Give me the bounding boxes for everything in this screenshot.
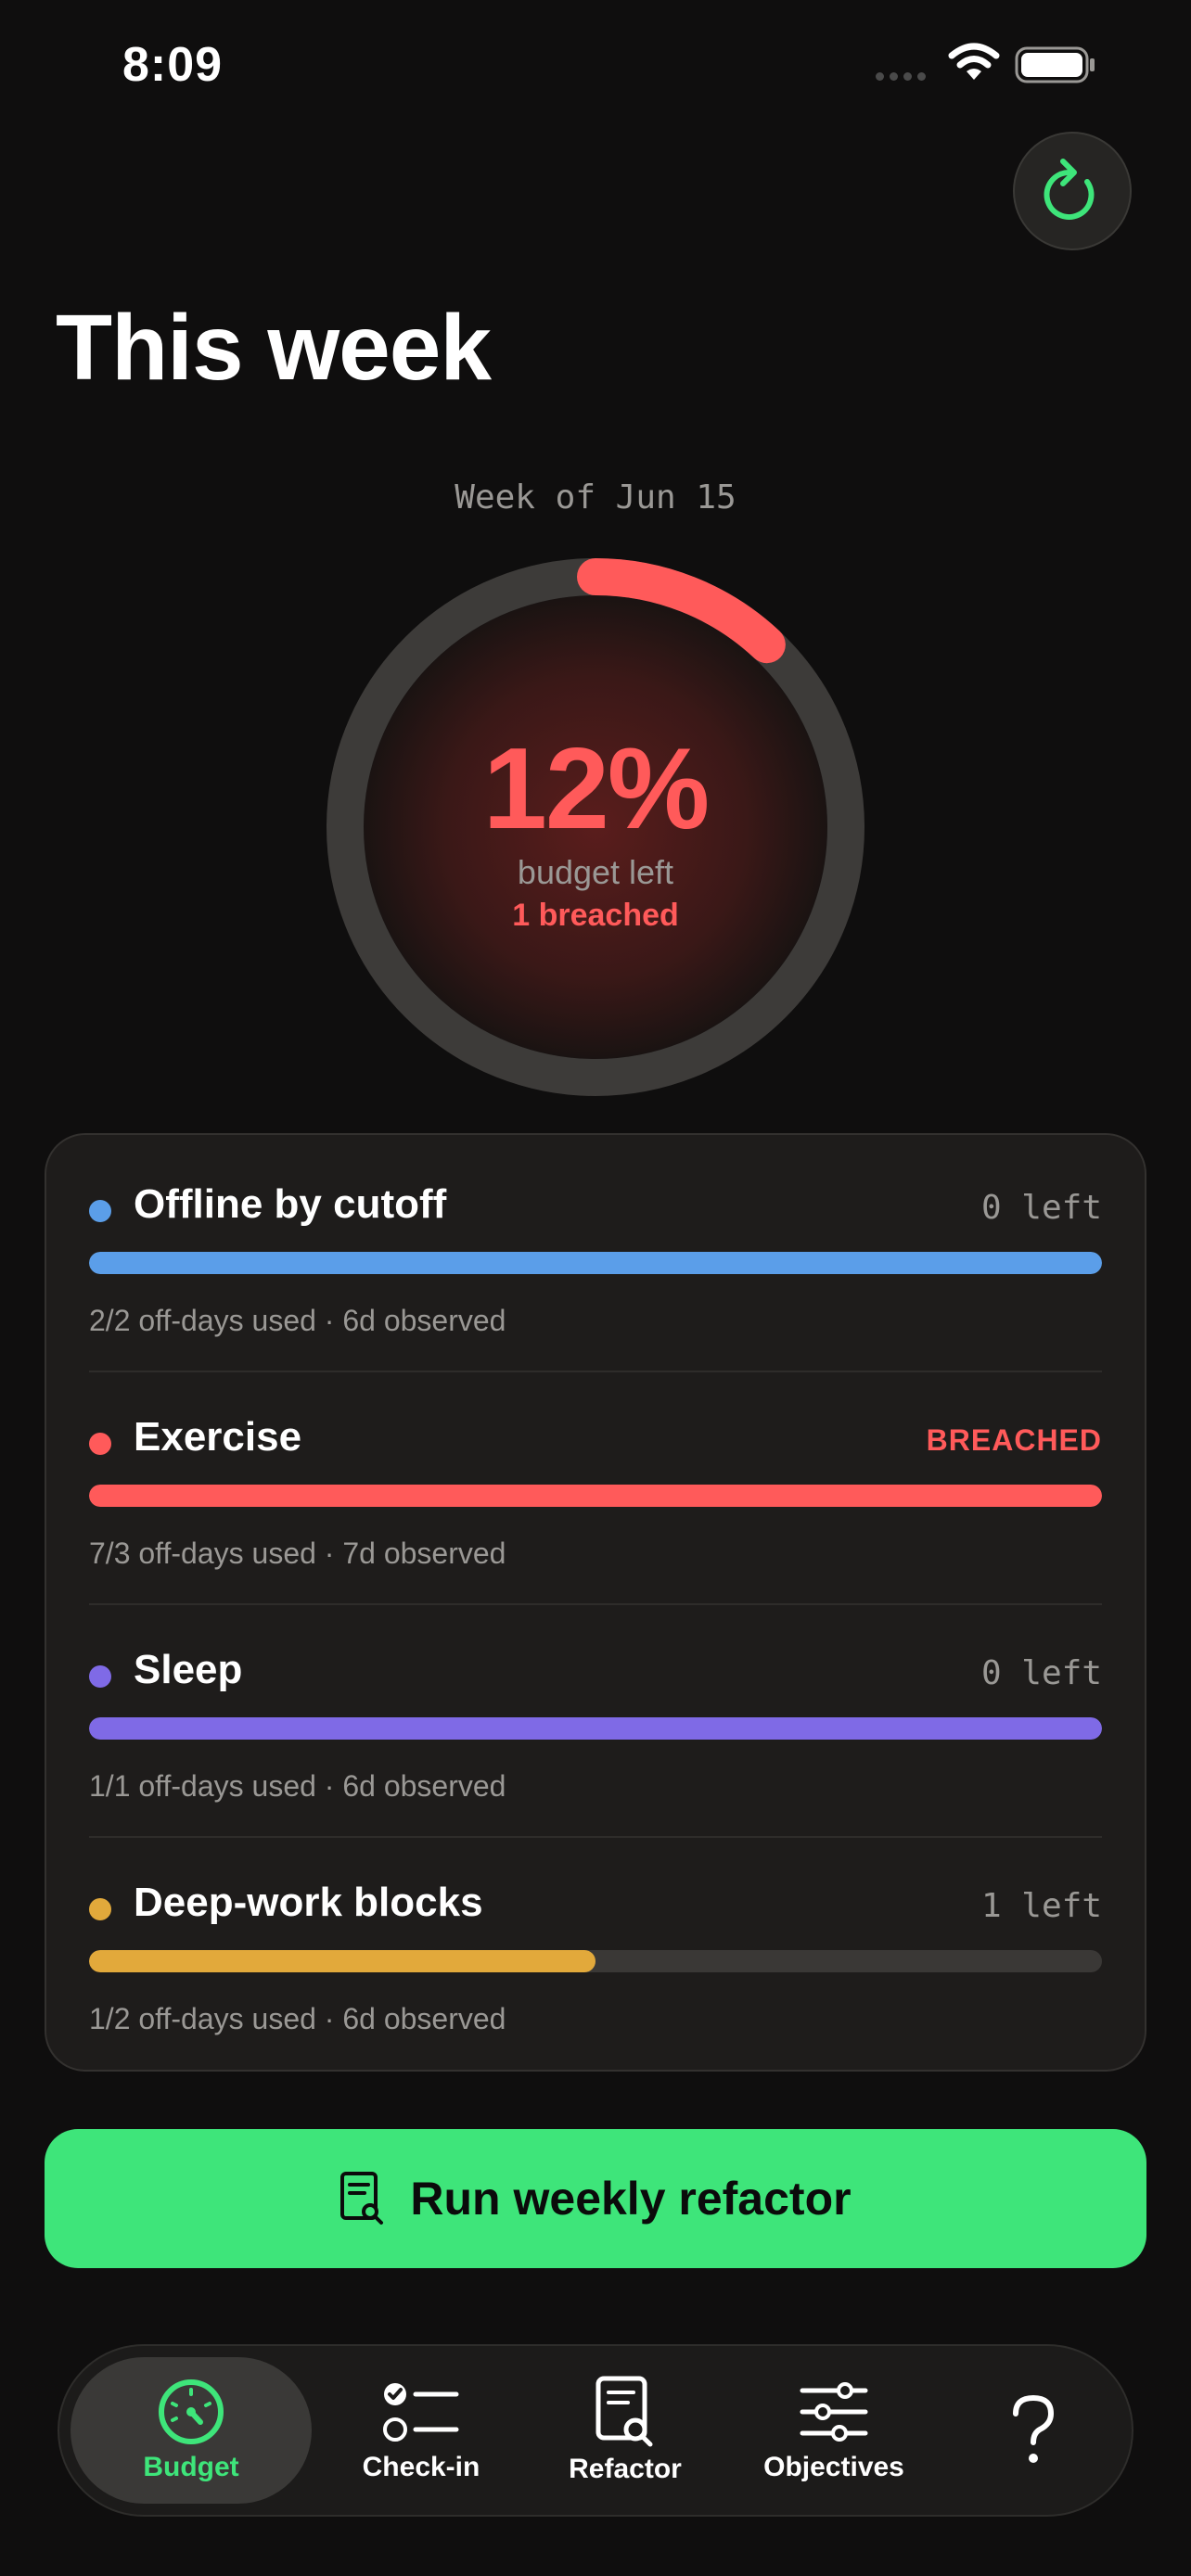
gauge-icon <box>159 2379 224 2444</box>
objective-meta: 1/1 off-days used · 6d observed <box>89 1769 506 1803</box>
objective-progress-fill <box>89 1717 1102 1740</box>
objective-color-dot <box>89 1433 111 1455</box>
tab-budget[interactable]: Budget <box>70 2357 312 2504</box>
objectives-card: Offline by cutoff 0 left 2/2 off-days us… <box>45 1133 1146 2072</box>
question-icon <box>1013 2394 1055 2463</box>
objective-meta: 7/3 off-days used · 7d observed <box>89 1537 506 1570</box>
objective-meta: 2/2 off-days used · 6d observed <box>89 1304 506 1337</box>
objective-color-dot <box>89 1665 111 1688</box>
objective-status: 1 left <box>980 1887 1102 1925</box>
status-indicators <box>876 43 1117 91</box>
checklist-icon <box>383 2383 459 2442</box>
objective-name: Sleep <box>134 1647 243 1692</box>
tab-label: Objectives <box>763 2452 904 2482</box>
divider <box>89 1371 1102 1372</box>
objective-meta: 1/2 off-days used · 6d observed <box>89 2002 506 2035</box>
wifi-icon <box>948 43 1000 80</box>
run-weekly-refactor-button[interactable]: Run weekly refactor <box>45 2129 1146 2268</box>
objective-progress-track <box>89 1252 1102 1274</box>
objective-progress-fill <box>89 1485 1102 1507</box>
week-label: Week of Jun 15 <box>455 478 736 516</box>
breached-count: 1 breached <box>512 898 679 933</box>
document-search-icon <box>340 2172 384 2225</box>
objective-status: 0 left <box>980 1654 1102 1692</box>
objective-progress-track <box>89 1717 1102 1740</box>
objective-progress-fill <box>89 1950 596 1972</box>
sliders-icon <box>800 2382 868 2442</box>
divider <box>89 1603 1102 1605</box>
document-search-icon <box>596 2376 653 2447</box>
objective-status: BREACHED <box>926 1423 1102 1457</box>
refresh-icon <box>1044 159 1095 220</box>
objective-progress-track <box>89 1950 1102 1972</box>
objective-name: Deep-work blocks <box>134 1880 483 1925</box>
cta-label: Run weekly refactor <box>410 2173 852 2225</box>
tab-check-in[interactable]: Check-in <box>338 2346 505 2515</box>
tab-help[interactable] <box>950 2346 1117 2515</box>
budget-percent: 12% <box>482 725 710 853</box>
tab-label: Refactor <box>569 2454 682 2484</box>
cellular-signal-icon <box>876 72 926 81</box>
status-time: 8:09 <box>122 38 224 92</box>
objective-progress-track <box>89 1485 1102 1507</box>
tab-bar: Budget Check-in Refactor Objectives <box>58 2344 1133 2517</box>
objective-name: Offline by cutoff <box>134 1181 447 1227</box>
budget-left-label: budget left <box>517 853 674 891</box>
objective-progress-fill <box>89 1252 1102 1274</box>
objective-color-dot <box>89 1898 111 1920</box>
objective-status: 0 left <box>980 1189 1102 1227</box>
tab-refactor[interactable]: Refactor <box>542 2346 709 2515</box>
objective-name: Exercise <box>134 1414 302 1460</box>
tab-objectives[interactable]: Objectives <box>736 2346 931 2515</box>
refresh-button[interactable] <box>1013 132 1132 250</box>
objective-color-dot <box>89 1200 111 1222</box>
divider <box>89 1836 1102 1838</box>
tab-label: Check-in <box>362 2452 480 2482</box>
battery-icon <box>1015 46 1095 83</box>
page-title: This week <box>56 296 492 400</box>
tab-label: Budget <box>143 2452 239 2482</box>
